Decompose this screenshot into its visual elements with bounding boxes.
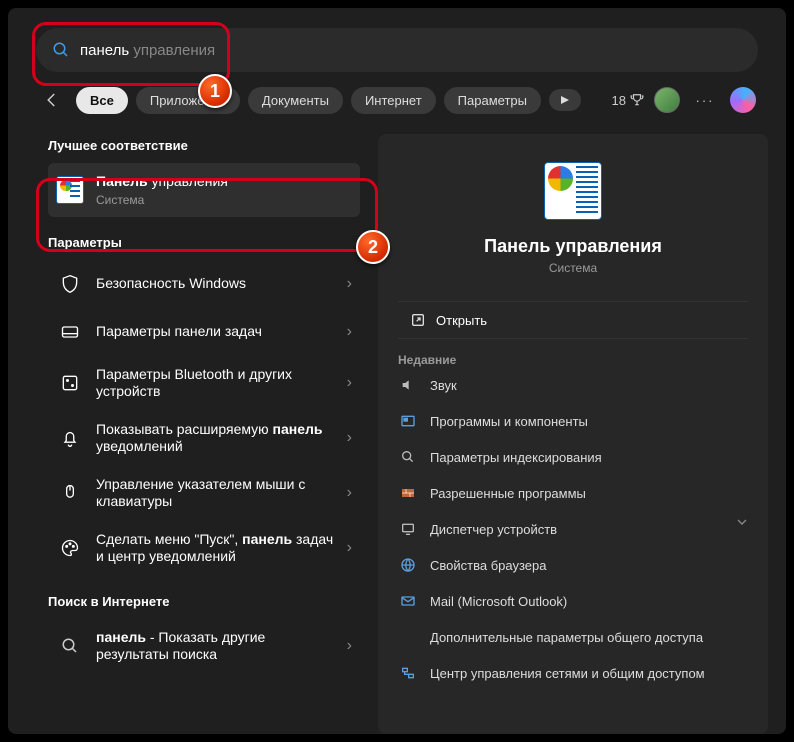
settings-result[interactable]: Сделать меню "Пуск", панель задач и цент…: [48, 521, 360, 576]
shield-icon: [56, 270, 84, 298]
preview-panel: Панель управления Система Открыть Недавн…: [378, 134, 768, 734]
recent-label: Диспетчер устройств: [430, 522, 557, 537]
result-title: Панель управления: [96, 173, 352, 191]
chevron-right-icon: ›: [347, 539, 352, 557]
control-panel-icon: [56, 176, 84, 204]
filter-chip-apps[interactable]: Приложения: [136, 87, 240, 114]
indexing-icon: [398, 447, 418, 467]
search-ghost-suggestion: управления: [129, 42, 215, 59]
sharing-icon: [398, 627, 418, 647]
bell-icon: [56, 424, 84, 452]
preview-title: Панель управления: [394, 236, 752, 257]
chevron-right-icon: ›: [347, 374, 352, 392]
browser-icon: [398, 555, 418, 575]
search-bar[interactable]: панель управления: [36, 28, 758, 72]
open-label: Открыть: [436, 313, 487, 328]
recent-label: Mail (Microsoft Outlook): [430, 594, 567, 609]
web-result[interactable]: панель - Показать другие результаты поис…: [48, 619, 360, 674]
result-title: Показывать расширяемую панель уведомлени…: [96, 421, 335, 456]
filter-chip-all[interactable]: Все: [76, 87, 128, 114]
recent-label: Дополнительные параметры общего доступа: [430, 630, 703, 645]
more-button[interactable]: ···: [690, 85, 720, 115]
preview-subtitle: Система: [394, 261, 752, 275]
back-button[interactable]: [36, 84, 68, 116]
recent-item[interactable]: Разрешенные программы: [394, 475, 752, 511]
trophy-icon: [630, 93, 644, 107]
chevron-right-icon: ›: [347, 275, 352, 293]
result-title: Параметры панели задач: [96, 323, 335, 341]
section-best-match: Лучшее соответствие: [48, 138, 360, 153]
recent-label: Свойства браузера: [430, 558, 546, 573]
recent-label: Параметры индексирования: [430, 450, 602, 465]
firewall-icon: [398, 483, 418, 503]
chevron-right-icon: ›: [347, 323, 352, 341]
palette-icon: [56, 534, 84, 562]
recent-item[interactable]: Центр управления сетями и общим доступом: [394, 655, 752, 691]
search-input[interactable]: панель управления: [80, 42, 742, 59]
search-window: панель управления Все Приложения Докумен…: [8, 8, 786, 734]
settings-result[interactable]: Параметры Bluetooth и других устройств ›: [48, 356, 360, 411]
sound-icon: [398, 375, 418, 395]
recent-label: Разрешенные программы: [430, 486, 586, 501]
section-web: Поиск в Интернете: [48, 594, 360, 609]
filter-chip-settings[interactable]: Параметры: [444, 87, 541, 114]
user-avatar[interactable]: [652, 85, 682, 115]
results-column: Лучшее соответствие Панель управления Си…: [8, 134, 378, 734]
open-button[interactable]: Открыть: [398, 301, 748, 339]
search-icon: [52, 41, 70, 59]
network-icon: [398, 663, 418, 683]
chevron-right-icon: ›: [347, 484, 352, 502]
content-columns: Лучшее соответствие Панель управления Си…: [8, 134, 786, 734]
recent-label: Центр управления сетями и общим доступом: [430, 666, 705, 681]
bluetooth-icon: [56, 369, 84, 397]
result-title: панель - Показать другие результаты поис…: [96, 629, 335, 664]
recent-item[interactable]: Параметры индексирования: [394, 439, 752, 475]
recent-label: Программы и компоненты: [430, 414, 588, 429]
search-icon: [56, 632, 84, 660]
recent-label: Звук: [430, 378, 457, 393]
programs-icon: [398, 411, 418, 431]
taskbar-icon: [56, 318, 84, 346]
settings-result[interactable]: Показывать расширяемую панель уведомлени…: [48, 411, 360, 466]
copilot-button[interactable]: [728, 85, 758, 115]
recent-item[interactable]: Звук: [394, 367, 752, 403]
control-panel-icon-large: [544, 162, 602, 220]
filter-chip-docs[interactable]: Документы: [248, 87, 343, 114]
search-text-typed: панель: [80, 42, 129, 59]
recent-item[interactable]: Дополнительные параметры общего доступа: [394, 619, 752, 655]
mouse-icon: [56, 479, 84, 507]
section-settings: Параметры: [48, 235, 360, 250]
filter-chip-web[interactable]: Интернет: [351, 87, 436, 114]
rewards-points: 18: [612, 93, 626, 108]
recent-item[interactable]: Mail (Microsoft Outlook): [394, 583, 752, 619]
result-title: Сделать меню "Пуск", панель задач и цент…: [96, 531, 335, 566]
filter-chip-more[interactable]: [549, 89, 581, 111]
settings-result[interactable]: Параметры панели задач ›: [48, 308, 360, 356]
best-match-result[interactable]: Панель управления Система: [48, 163, 360, 217]
settings-result[interactable]: Управление указателем мыши с клавиатуры …: [48, 466, 360, 521]
recent-item[interactable]: Программы и компоненты: [394, 403, 752, 439]
mail-icon: [398, 591, 418, 611]
chevron-down-icon[interactable]: [734, 514, 750, 535]
filter-row: Все Приложения Документы Интернет Параме…: [36, 84, 758, 116]
recent-header: Недавние: [398, 353, 748, 367]
result-title: Управление указателем мыши с клавиатуры: [96, 476, 335, 511]
open-icon: [410, 312, 426, 328]
rewards-button[interactable]: 18: [612, 85, 644, 115]
chevron-right-icon: ›: [347, 429, 352, 447]
devmgr-icon: [398, 519, 418, 539]
chevron-right-icon: ›: [347, 637, 352, 655]
recent-item[interactable]: Диспетчер устройств: [394, 511, 752, 547]
result-title: Параметры Bluetooth и других устройств: [96, 366, 335, 401]
recent-item[interactable]: Свойства браузера: [394, 547, 752, 583]
result-subtitle: Система: [96, 193, 352, 207]
settings-result[interactable]: Безопасность Windows ›: [48, 260, 360, 308]
result-title: Безопасность Windows: [96, 275, 335, 293]
